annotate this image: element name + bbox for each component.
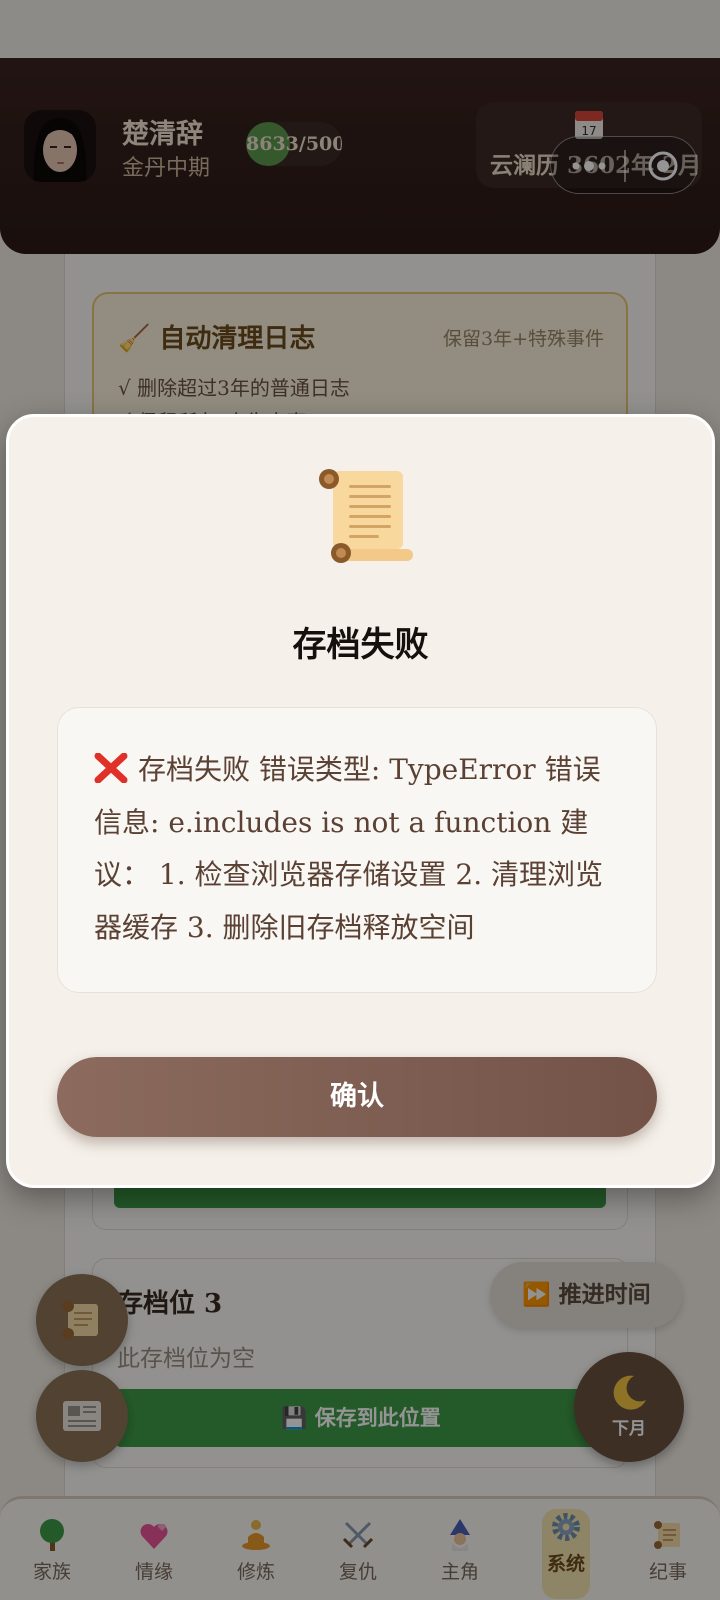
scroll-icon [319,469,413,563]
save-failed-dialog: 存档失败 存档失败 错误类型: TypeError 错误信息: e.includ… [6,414,715,1188]
dialog-message: 存档失败 错误类型: TypeError 错误信息: e.includes is… [94,744,622,954]
dialog-title: 存档失败 [292,625,429,665]
dialog-message-text: 存档失败 错误类型: TypeError 错误信息: e.includes is… [94,753,604,944]
dialog-message-box: 存档失败 错误类型: TypeError 错误信息: e.includes is… [57,707,657,993]
confirm-button[interactable]: 确认 [57,1057,657,1137]
error-x-icon [94,753,128,783]
